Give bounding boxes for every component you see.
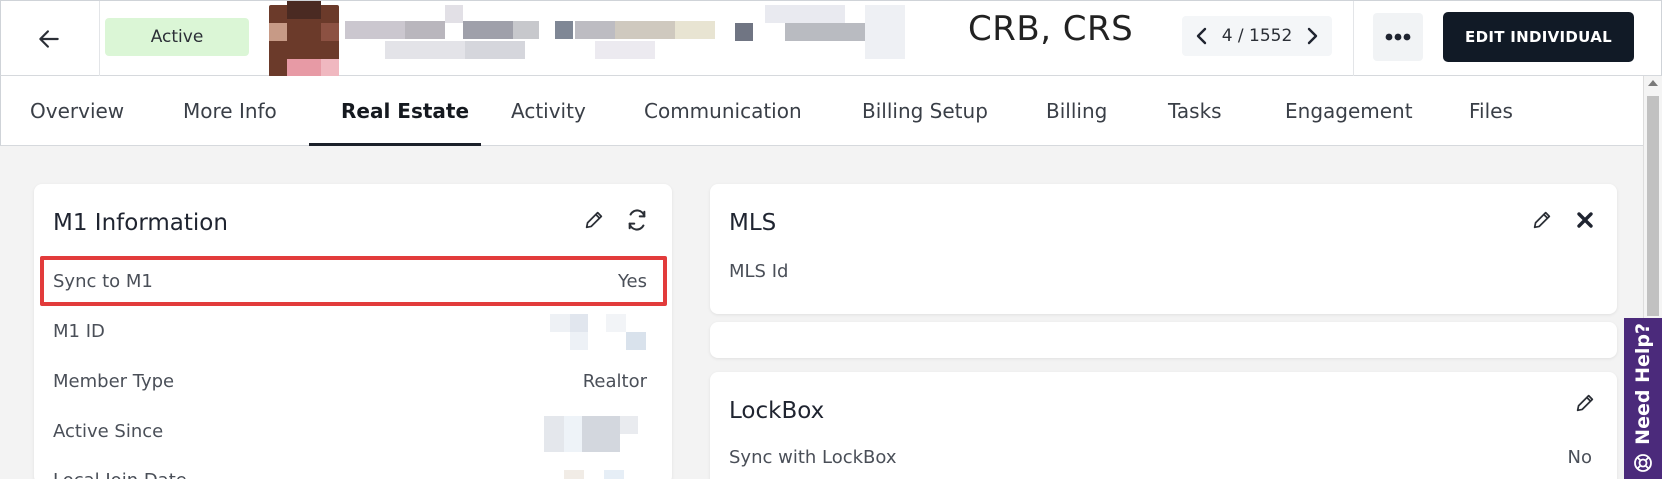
need-help-label: Need Help? — [1632, 323, 1654, 445]
back-button[interactable] — [29, 19, 69, 59]
empty-card — [710, 322, 1617, 358]
tab-communication[interactable]: Communication — [644, 76, 802, 146]
scroll-thumb[interactable] — [1647, 96, 1659, 316]
more-horizontal-icon — [1385, 33, 1411, 41]
arrow-left-icon — [39, 30, 59, 48]
lockbox-card: LockBox Sync with LockBox No — [710, 372, 1617, 479]
status-badge: Active — [105, 18, 249, 56]
redacted-m1-id — [550, 314, 646, 350]
edit-individual-button[interactable]: EDIT INDIVIDUAL — [1443, 12, 1634, 62]
active-since-label: Active Since — [53, 421, 164, 442]
local-join-date-label: Local Join Date — [53, 470, 187, 479]
close-icon — [1577, 212, 1593, 228]
redacted-active-since — [544, 416, 648, 452]
tab-engagement[interactable]: Engagement — [1285, 76, 1413, 146]
tab-activity[interactable]: Activity — [511, 76, 586, 146]
pencil-icon — [1576, 394, 1594, 412]
edit-m1-button[interactable] — [580, 206, 608, 234]
chevron-left-icon — [1196, 27, 1207, 45]
tab-bar: Overview More Info Real Estate Activity … — [0, 76, 1643, 146]
tab-billing-setup[interactable]: Billing Setup — [862, 76, 988, 146]
redacted-name — [265, 1, 961, 77]
tab-tasks[interactable]: Tasks — [1168, 76, 1222, 146]
record-header: Active CRB, CRS 4 / 1552 EDIT INDIVIDUAL — [0, 0, 1662, 77]
mls-id-label: MLS Id — [729, 261, 789, 282]
active-tab-indicator — [309, 143, 481, 146]
member-type-value: Realtor — [582, 371, 647, 392]
pencil-icon — [1533, 211, 1551, 229]
individual-designations: CRB, CRS — [968, 9, 1134, 49]
m1-card-title: M1 Information — [53, 210, 228, 236]
edit-lockbox-button[interactable] — [1571, 389, 1599, 417]
need-help-button[interactable]: Need Help? — [1624, 318, 1662, 479]
chevron-right-icon — [1307, 27, 1318, 45]
tab-more-info[interactable]: More Info — [183, 76, 277, 146]
sync-m1-button[interactable] — [623, 206, 651, 234]
m1-information-card: M1 Information Sync to M1 Yes M1 ID Memb… — [34, 184, 672, 479]
tab-files[interactable]: Files — [1469, 76, 1513, 146]
scroll-up-arrow-icon[interactable] — [1648, 80, 1658, 86]
next-record-button[interactable] — [1302, 26, 1322, 46]
sync-with-lockbox-value: No — [1567, 447, 1592, 468]
pencil-icon — [585, 211, 603, 229]
remove-mls-button[interactable] — [1571, 206, 1599, 234]
mls-card: MLS MLS Id — [710, 184, 1617, 314]
pager-label: 4 / 1552 — [1221, 26, 1293, 46]
m1-id-label: M1 ID — [53, 321, 105, 342]
lifebuoy-icon — [1634, 454, 1652, 472]
more-actions-button[interactable] — [1373, 13, 1423, 61]
member-type-label: Member Type — [53, 371, 175, 392]
mls-card-title: MLS — [729, 210, 777, 236]
sync-with-lockbox-label: Sync with LockBox — [729, 447, 897, 468]
tab-billing[interactable]: Billing — [1046, 76, 1107, 146]
header-divider — [1353, 1, 1354, 76]
record-pager: 4 / 1552 — [1182, 16, 1332, 56]
header-divider — [99, 1, 100, 76]
previous-record-button[interactable] — [1192, 26, 1212, 46]
edit-mls-button[interactable] — [1528, 206, 1556, 234]
sync-to-m1-highlight — [40, 256, 667, 306]
tab-overview[interactable]: Overview — [30, 76, 124, 146]
lockbox-card-title: LockBox — [729, 398, 825, 424]
refresh-icon — [628, 209, 646, 231]
tab-real-estate[interactable]: Real Estate — [341, 76, 469, 146]
redacted-local-join-date — [564, 470, 644, 479]
